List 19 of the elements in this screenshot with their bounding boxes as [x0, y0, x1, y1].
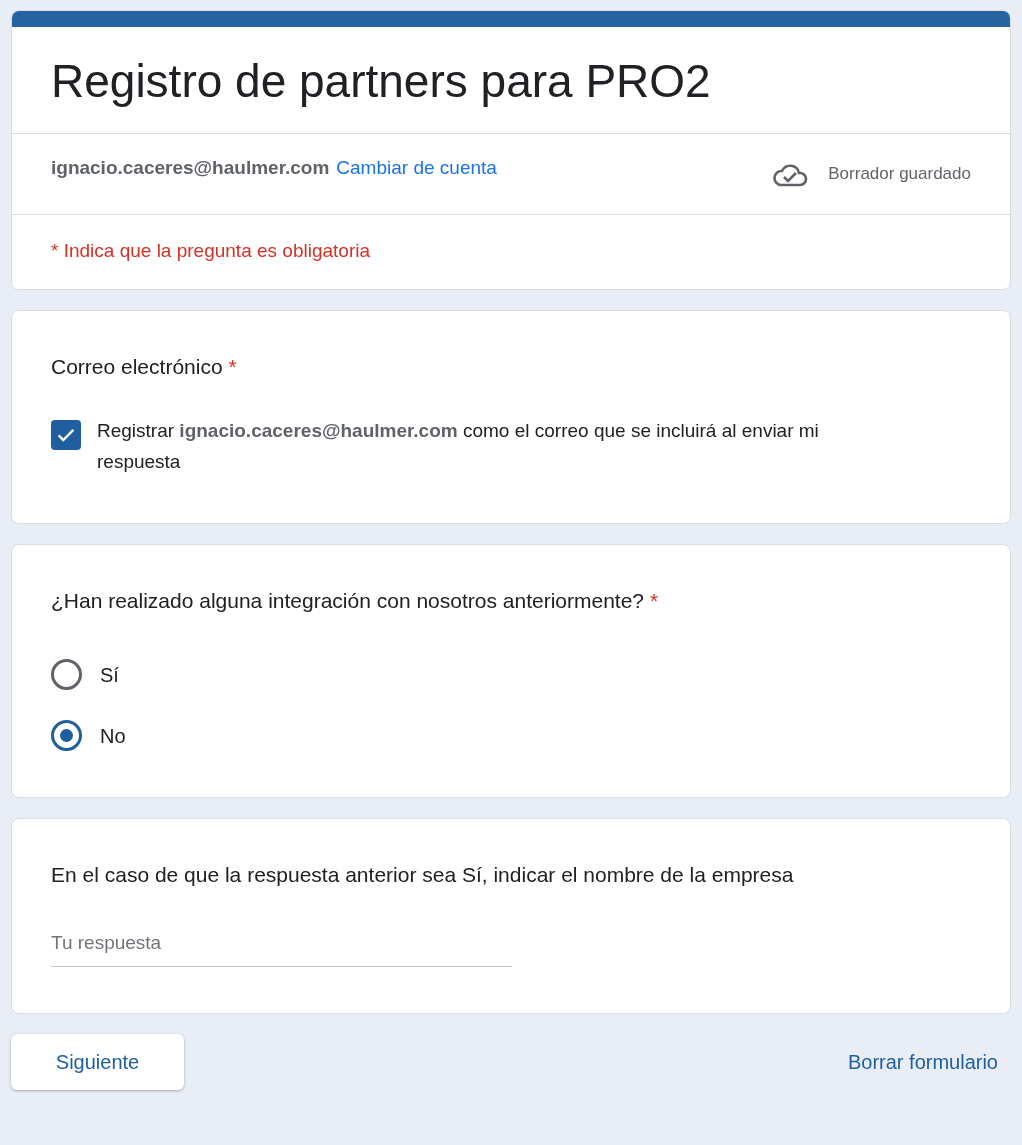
- option-label: No: [100, 723, 126, 749]
- answer-field[interactable]: Tu respuesta: [51, 929, 512, 967]
- next-button[interactable]: Siguiente: [11, 1033, 184, 1090]
- radio-button[interactable]: [51, 659, 82, 690]
- option-label: Sí: [100, 662, 119, 688]
- form-title: Registro de partners para PRO2: [12, 27, 1010, 134]
- account-email: ignacio.caceres@haulmer.com: [51, 156, 330, 180]
- switch-account-link[interactable]: Cambiar de cuenta: [336, 154, 497, 183]
- checkbox-label: Registrar ignacio.caceres@haulmer.com como el correo que se incluirá al enviar mi respuesta: [97, 419, 820, 474]
- question-title: Correo electrónico: [51, 354, 223, 380]
- required-asterisk: *: [228, 354, 237, 380]
- required-asterisk: *: [650, 588, 659, 614]
- draft-status: Borrador guardado: [828, 163, 971, 186]
- clear-form-link[interactable]: Borrar formulario: [847, 1046, 998, 1077]
- required-note: * Indica que la pregunta es obligatoria: [50, 239, 371, 263]
- radio-button[interactable]: [51, 720, 82, 751]
- question-title: En el caso de que la respuesta anterior sea Sí, indicar el nombre de la empresa: [51, 862, 794, 888]
- question-title: ¿Han realizado alguna integración con nosotros anteriormente?: [51, 588, 645, 614]
- checkbox[interactable]: [51, 420, 81, 450]
